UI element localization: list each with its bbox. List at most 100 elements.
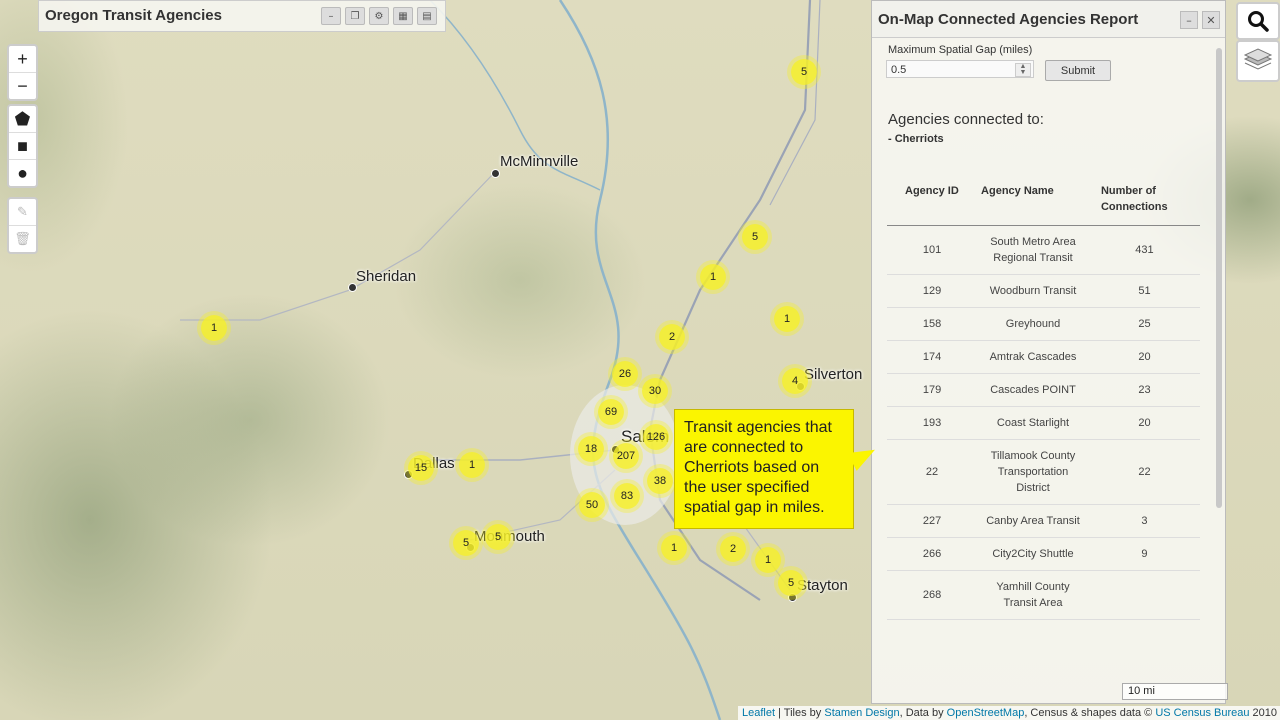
- document-icon[interactable]: ▤: [417, 7, 437, 25]
- draw-polygon-icon[interactable]: ⬟: [9, 106, 36, 133]
- census-link[interactable]: US Census Bureau: [1155, 707, 1249, 719]
- cluster-marker[interactable]: 5: [742, 224, 768, 250]
- agency-name: Coast Starlight: [977, 406, 1089, 440]
- connection-count: 22: [1088, 439, 1200, 505]
- cluster-marker[interactable]: 1: [700, 264, 726, 290]
- minimize-icon[interactable]: –: [321, 7, 341, 25]
- cluster-marker[interactable]: 2: [659, 324, 685, 350]
- search-button[interactable]: [1236, 2, 1280, 40]
- table-row[interactable]: 179 Cascades POINT 23: [887, 373, 1200, 407]
- osm-link[interactable]: OpenStreetMap: [947, 707, 1025, 719]
- spinner-icon[interactable]: ▲ ▼: [1015, 63, 1031, 77]
- connection-count: 9: [1088, 537, 1200, 571]
- cluster-marker[interactable]: 4: [782, 368, 808, 394]
- column-header-agency-id[interactable]: Agency ID: [887, 177, 978, 226]
- cluster-marker[interactable]: 1: [459, 452, 485, 478]
- gap-value: 0.5: [891, 64, 907, 76]
- city-label-stayton: Stayton: [797, 577, 848, 594]
- scale-bar: 10 mi: [1122, 683, 1228, 700]
- table-row[interactable]: 266 City2City Shuttle 9: [887, 537, 1200, 571]
- cluster-marker[interactable]: 2: [720, 536, 746, 562]
- close-icon[interactable]: ✕: [1202, 11, 1220, 29]
- attribution-text: | Tiles by: [775, 707, 825, 719]
- map-attribution: Leaflet | Tiles by Stamen Design, Data b…: [738, 706, 1280, 720]
- agency-name: Amtrak Cascades: [977, 340, 1089, 374]
- connection-count: 3: [1088, 504, 1200, 538]
- connected-agency: - Cherriots: [888, 133, 944, 145]
- table-row[interactable]: 193 Coast Starlight 20: [887, 406, 1200, 440]
- cluster-marker[interactable]: 1: [201, 315, 227, 341]
- city-dot: [491, 169, 500, 178]
- edit-layers-icon[interactable]: ✎: [9, 199, 36, 226]
- cluster-marker[interactable]: 83: [614, 483, 640, 509]
- cluster-marker[interactable]: 38: [647, 468, 673, 494]
- agencies-table: Agency ID Agency Name Number of Connecti…: [887, 177, 1200, 620]
- cluster-marker[interactable]: 126: [643, 424, 669, 450]
- cluster-marker[interactable]: 5: [791, 59, 817, 85]
- connection-count: 431: [1088, 225, 1200, 275]
- draw-circle-icon[interactable]: ●: [9, 160, 36, 186]
- cluster-marker[interactable]: 5: [778, 570, 804, 596]
- settings-icon[interactable]: ⚙: [369, 7, 389, 25]
- column-header-agency-name[interactable]: Agency Name: [977, 177, 1089, 226]
- agency-id: 129: [887, 274, 978, 308]
- table-icon[interactable]: ▦: [393, 7, 413, 25]
- agency-id: 268: [887, 570, 978, 620]
- connection-count: 20: [1088, 340, 1200, 374]
- agency-name: Tillamook County Transportation District: [977, 439, 1089, 505]
- agency-id: 22: [887, 439, 978, 505]
- app-title: Oregon Transit Agencies: [45, 7, 222, 24]
- scrollbar-thumb[interactable]: [1216, 48, 1222, 508]
- table-row[interactable]: 22 Tillamook County Transportation Distri…: [887, 439, 1200, 505]
- table-row[interactable]: 268 Yamhill County Transit Area: [887, 570, 1200, 620]
- column-header-connections[interactable]: Number of Connections: [1088, 177, 1200, 226]
- search-icon: [1248, 11, 1269, 32]
- layers-icon: [1243, 48, 1273, 70]
- connection-count: 51: [1088, 274, 1200, 308]
- annotation-callout: Transit agencies that are connected to C…: [674, 409, 854, 529]
- cluster-marker[interactable]: 50: [579, 492, 605, 518]
- zoom-out-button[interactable]: −: [9, 73, 36, 99]
- connected-heading: Agencies connected to:: [888, 111, 1044, 128]
- minimize-icon[interactable]: –: [1180, 11, 1198, 29]
- cluster-marker[interactable]: 5: [485, 524, 511, 550]
- city-label-sheridan: Sheridan: [356, 268, 417, 285]
- report-scrollbar[interactable]: [1214, 38, 1224, 702]
- table-row[interactable]: 158 Greyhound 25: [887, 307, 1200, 341]
- delete-layers-icon[interactable]: 🗑: [9, 226, 36, 252]
- agency-id: 179: [887, 373, 978, 407]
- leaflet-link[interactable]: Leaflet: [742, 707, 775, 719]
- layers-button[interactable]: [1236, 40, 1280, 82]
- cluster-marker[interactable]: 207: [613, 443, 639, 469]
- city-label-silverton: Silverton: [804, 366, 863, 383]
- zoom-in-button[interactable]: +: [9, 46, 36, 73]
- stamen-link[interactable]: Stamen Design: [824, 707, 899, 719]
- agency-id: 227: [887, 504, 978, 538]
- connection-count: 20: [1088, 406, 1200, 440]
- submit-button[interactable]: Submit: [1045, 60, 1111, 81]
- cluster-marker[interactable]: 26: [612, 361, 638, 387]
- draw-rectangle-icon[interactable]: ■: [9, 133, 36, 160]
- restore-icon[interactable]: ❐: [345, 7, 365, 25]
- connection-count: 25: [1088, 307, 1200, 341]
- report-header: On-Map Connected Agencies Report – ✕: [872, 1, 1225, 38]
- cluster-marker[interactable]: 15: [408, 455, 434, 481]
- cluster-marker[interactable]: 1: [774, 306, 800, 332]
- gap-input[interactable]: 0.5 ▲ ▼: [886, 60, 1034, 78]
- agency-name: Canby Area Transit: [977, 504, 1089, 538]
- agency-name: Yamhill County Transit Area: [977, 570, 1089, 620]
- cluster-marker[interactable]: 1: [755, 547, 781, 573]
- cluster-marker[interactable]: 69: [598, 399, 624, 425]
- agency-id: 193: [887, 406, 978, 440]
- cluster-marker[interactable]: 18: [578, 436, 604, 462]
- edit-toolbar: ✎ 🗑: [7, 197, 38, 254]
- table-row[interactable]: 227 Canby Area Transit 3: [887, 504, 1200, 538]
- cluster-marker[interactable]: 30: [642, 378, 668, 404]
- cluster-marker[interactable]: 5: [453, 530, 479, 556]
- attribution-text: , Data by: [899, 707, 947, 719]
- table-row[interactable]: 129 Woodburn Transit 51: [887, 274, 1200, 308]
- table-row[interactable]: 174 Amtrak Cascades 20: [887, 340, 1200, 374]
- agency-name: South Metro Area Regional Transit: [977, 225, 1089, 275]
- attribution-year: 2010: [1249, 707, 1278, 719]
- table-row[interactable]: 101 South Metro Area Regional Transit 431: [887, 225, 1200, 275]
